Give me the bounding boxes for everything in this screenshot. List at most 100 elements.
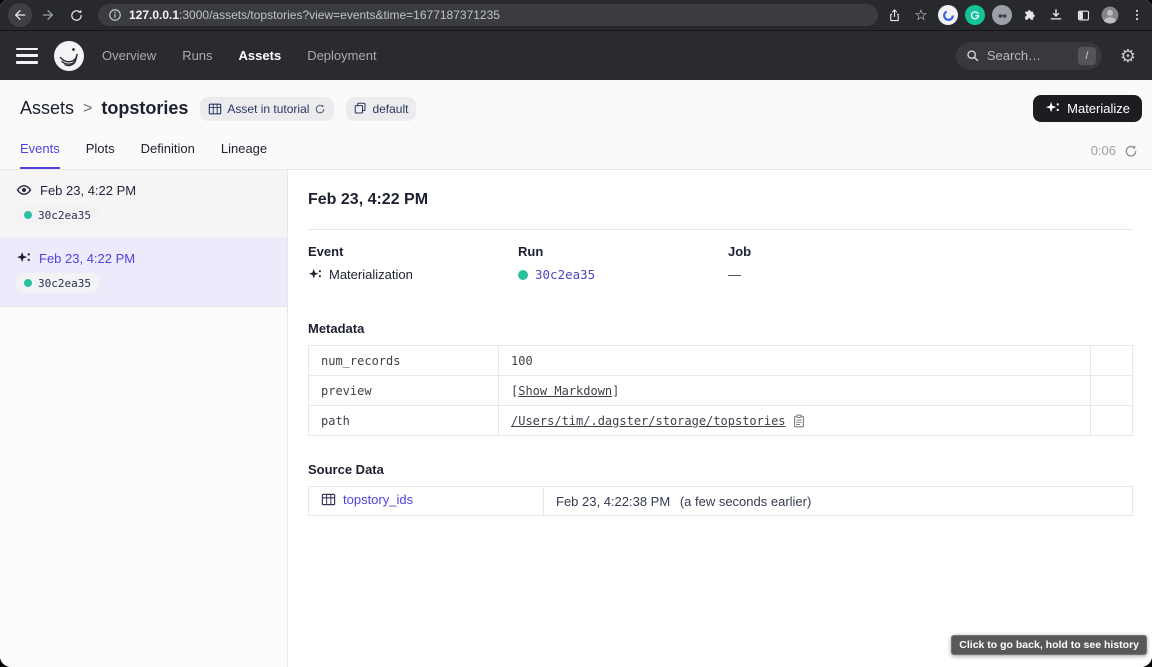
- share-icon: [887, 8, 902, 23]
- back-button[interactable]: [8, 3, 32, 27]
- eye-icon: [16, 182, 32, 198]
- refresh-icon[interactable]: [1124, 144, 1138, 158]
- run-id: 30c2ea35: [38, 209, 91, 222]
- tab-plots[interactable]: Plots: [86, 141, 115, 169]
- back-arrow-icon: [12, 7, 28, 23]
- url-text: 127.0.0.1:3000/assets/topstories?view=ev…: [129, 8, 500, 22]
- table-row: num_records 100: [309, 346, 1133, 376]
- tab-events[interactable]: Events: [20, 141, 60, 169]
- run-id: 30c2ea35: [38, 277, 91, 290]
- bookmark-star-icon: ☆: [914, 8, 927, 23]
- copy-clipboard-icon[interactable]: [792, 414, 806, 428]
- table-row: topstory_ids Feb 23, 4:22:38 PM (a few s…: [309, 487, 1133, 516]
- search-placeholder: Search…: [987, 48, 1071, 63]
- blue-ring-extension-icon: [938, 5, 958, 25]
- browser-menu-button[interactable]: [1125, 3, 1149, 27]
- back-button-tooltip: Click to go back, hold to see history: [951, 635, 1147, 655]
- nav-item-deployment[interactable]: Deployment: [307, 48, 376, 63]
- metadata-key: path: [309, 406, 499, 436]
- settings-gear-icon[interactable]: ⚙: [1120, 47, 1136, 65]
- source-update-time: Feb 23, 4:22:38 PM: [556, 494, 670, 509]
- tag-default-label: default: [372, 102, 408, 116]
- forward-button[interactable]: [36, 3, 60, 27]
- metadata-value: /Users/tim/.dagster/storage/topstories: [499, 406, 1091, 436]
- browser-window: 127.0.0.1:3000/assets/topstories?view=ev…: [0, 0, 1152, 667]
- source-data-section-label: Source Data: [308, 462, 1133, 477]
- run-status-dot: [518, 270, 528, 280]
- event-detail-title: Feb 23, 4:22 PM: [308, 191, 1133, 209]
- asset-group-tag-default[interactable]: default: [346, 97, 416, 121]
- divider: [308, 229, 1133, 230]
- event-list-item-materialization[interactable]: Feb 23, 4:22 PM 30c2ea35: [0, 239, 287, 307]
- side-panel-icon: [1076, 8, 1091, 23]
- materialization-sparkle-icon: [308, 268, 322, 282]
- app-nav: Overview Runs Assets Deployment Search… …: [0, 31, 1152, 80]
- tab-definition[interactable]: Definition: [141, 141, 195, 169]
- metadata-extra-cell: [1091, 346, 1133, 376]
- asset-tabs: Events Plots Definition Lineage: [0, 141, 287, 169]
- breadcrumb: Assets > topstories Asset in tutorial de…: [0, 80, 1152, 122]
- run-id-link[interactable]: 30c2ea35: [535, 267, 595, 282]
- nav-item-assets[interactable]: Assets: [239, 48, 282, 63]
- downloads-button[interactable]: [1044, 3, 1068, 27]
- source-data-table: topstory_ids Feb 23, 4:22:38 PM (a few s…: [308, 486, 1133, 516]
- extension-button-blue[interactable]: [936, 3, 960, 27]
- asset-group-tag-tutorial[interactable]: Asset in tutorial: [200, 97, 334, 121]
- reload-button[interactable]: [64, 3, 88, 27]
- search-icon: [966, 49, 980, 63]
- refresh-icon[interactable]: [314, 103, 326, 115]
- breadcrumb-separator: >: [83, 100, 92, 118]
- event-list-sidebar: Feb 23, 4:22 PM 30c2ea35 Feb 23, 4:22 PM…: [0, 170, 288, 667]
- materialize-label: Materialize: [1067, 101, 1130, 116]
- path-link[interactable]: /Users/tim/.dagster/storage/topstories: [511, 414, 786, 428]
- refresh-timer: 0:06: [1091, 143, 1116, 158]
- run-status-dot: [24, 211, 32, 219]
- site-info-icon[interactable]: [108, 8, 122, 22]
- metadata-extra-cell: [1091, 406, 1133, 436]
- source-asset-link[interactable]: topstory_ids: [321, 492, 413, 507]
- table-row: path /Users/tim/.dagster/storage/topstor…: [309, 406, 1133, 436]
- nav-item-overview[interactable]: Overview: [102, 48, 156, 63]
- job-empty-value: —: [728, 267, 741, 282]
- materialization-sparkle-icon: [16, 251, 31, 266]
- metadata-value: 100: [499, 346, 1091, 376]
- goggles-extension-icon: [992, 5, 1012, 25]
- hamburger-menu-icon[interactable]: [16, 48, 38, 64]
- page-title: topstories: [101, 98, 188, 119]
- breadcrumb-assets-link[interactable]: Assets: [20, 98, 74, 119]
- table-icon: [321, 492, 336, 507]
- extensions-button[interactable]: [1017, 3, 1041, 27]
- nav-item-runs[interactable]: Runs: [182, 48, 212, 63]
- event-list-item-observation[interactable]: Feb 23, 4:22 PM 30c2ea35: [0, 170, 287, 239]
- extension-button-grammarly[interactable]: [963, 3, 987, 27]
- job-column-label: Job: [728, 244, 938, 259]
- extension-button-goggles[interactable]: [990, 3, 1014, 27]
- asset-page-header: Assets > topstories Asset in tutorial de…: [0, 80, 1152, 170]
- profile-avatar[interactable]: [1098, 3, 1122, 27]
- run-tag[interactable]: 30c2ea35: [16, 273, 99, 293]
- address-bar[interactable]: 127.0.0.1:3000/assets/topstories?view=ev…: [98, 4, 878, 26]
- dagster-logo[interactable]: [54, 41, 84, 71]
- run-status-dot: [24, 279, 32, 287]
- table-icon: [208, 102, 222, 116]
- reload-icon: [69, 8, 84, 23]
- search-shortcut-key: /: [1078, 47, 1096, 65]
- side-panel-button[interactable]: [1071, 3, 1095, 27]
- forward-arrow-icon: [40, 7, 56, 23]
- run-tag[interactable]: 30c2ea35: [16, 205, 99, 225]
- event-column-label: Event: [308, 244, 518, 259]
- show-markdown-link[interactable]: Show Markdown: [518, 384, 612, 398]
- event-detail-panel: Feb 23, 4:22 PM Event Materialization Ru…: [288, 170, 1152, 667]
- share-button[interactable]: [882, 3, 906, 27]
- browser-toolbar: 127.0.0.1:3000/assets/topstories?view=ev…: [0, 0, 1152, 31]
- materialize-button[interactable]: Materialize: [1033, 95, 1142, 122]
- search-input[interactable]: Search… /: [956, 42, 1102, 70]
- bookmark-button[interactable]: ☆: [909, 3, 933, 27]
- metadata-value: Show Markdown: [499, 376, 1091, 406]
- event-timestamp: Feb 23, 4:22 PM: [39, 251, 135, 266]
- metadata-table: num_records 100 preview Show Markdown pa…: [308, 345, 1133, 436]
- run-column-label: Run: [518, 244, 728, 259]
- source-asset-name: topstory_ids: [343, 492, 413, 507]
- event-type-value: Materialization: [329, 267, 413, 282]
- tab-lineage[interactable]: Lineage: [221, 141, 267, 169]
